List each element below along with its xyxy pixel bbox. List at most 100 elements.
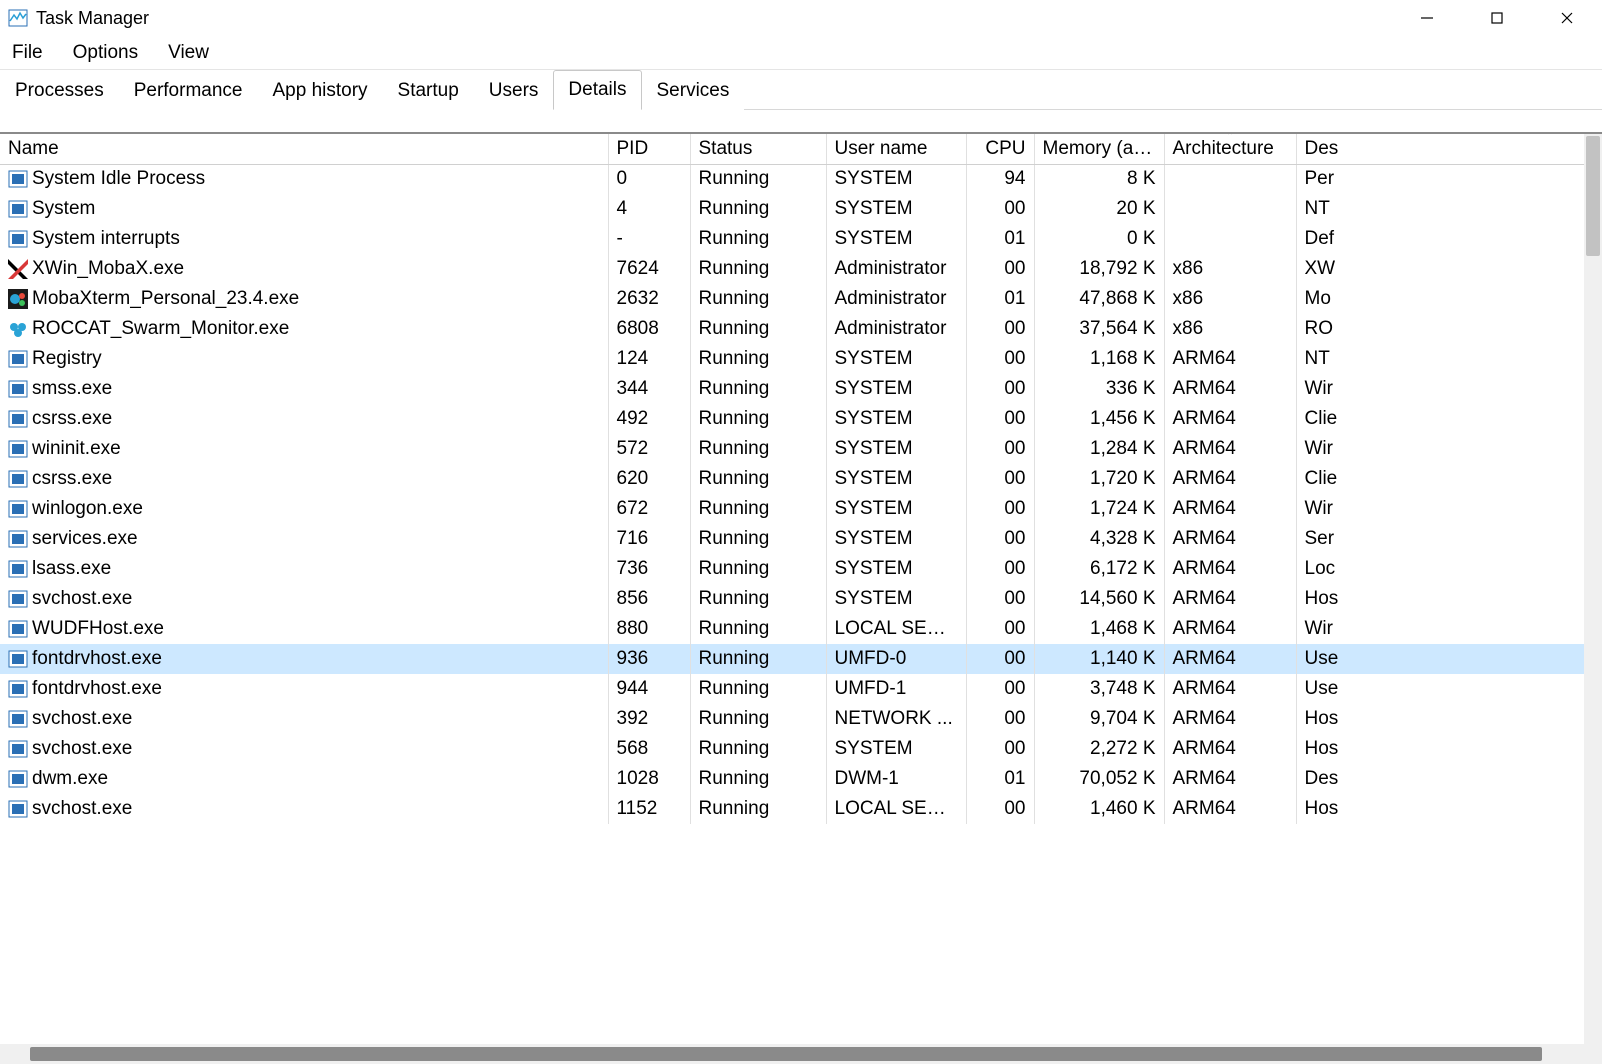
table-row[interactable]: System interrupts-RunningSYSTEM010 KDef: [0, 224, 1602, 254]
table-row[interactable]: lsass.exe736RunningSYSTEM006,172 KARM64L…: [0, 554, 1602, 584]
cell-name: ROCCAT_Swarm_Monitor.exe: [0, 314, 608, 344]
tab-app-history[interactable]: App history: [257, 70, 382, 110]
col-user[interactable]: User name: [826, 134, 966, 164]
cell-arch: ARM64: [1164, 794, 1296, 824]
cell-desc: Clie: [1296, 464, 1602, 494]
process-icon: [8, 199, 28, 219]
tab-details[interactable]: Details: [553, 70, 641, 110]
menu-view[interactable]: View: [164, 40, 213, 66]
cell-memory: 1,468 K: [1034, 614, 1164, 644]
col-pid[interactable]: PID: [608, 134, 690, 164]
col-architecture[interactable]: ⌃ Architecture: [1164, 134, 1296, 164]
details-panel: Name PID Status User name CPU Memory (ac…: [0, 132, 1602, 1064]
table-row[interactable]: wininit.exe572RunningSYSTEM001,284 KARM6…: [0, 434, 1602, 464]
cell-user: UMFD-1: [826, 674, 966, 704]
table-row[interactable]: csrss.exe492RunningSYSTEM001,456 KARM64C…: [0, 404, 1602, 434]
table-row[interactable]: ROCCAT_Swarm_Monitor.exe6808RunningAdmin…: [0, 314, 1602, 344]
titlebar: Task Manager: [0, 0, 1602, 36]
minimize-button[interactable]: [1392, 0, 1462, 36]
maximize-button[interactable]: [1462, 0, 1532, 36]
cell-status: Running: [690, 164, 826, 194]
process-icon: [8, 409, 28, 429]
table-row[interactable]: smss.exe344RunningSYSTEM00336 KARM64Wir: [0, 374, 1602, 404]
table-row[interactable]: System Idle Process0RunningSYSTEM948 KPe…: [0, 164, 1602, 194]
table-row[interactable]: XWin_MobaX.exe7624RunningAdministrator00…: [0, 254, 1602, 284]
cell-arch: ARM64: [1164, 404, 1296, 434]
process-name: WUDFHost.exe: [32, 618, 164, 640]
cell-arch: ARM64: [1164, 734, 1296, 764]
table-row[interactable]: WUDFHost.exe880RunningLOCAL SERV...001,4…: [0, 614, 1602, 644]
cell-pid: 936: [608, 644, 690, 674]
table-row[interactable]: winlogon.exe672RunningSYSTEM001,724 KARM…: [0, 494, 1602, 524]
cell-status: Running: [690, 224, 826, 254]
close-button[interactable]: [1532, 0, 1602, 36]
table-row[interactable]: svchost.exe1152RunningLOCAL SERV...001,4…: [0, 794, 1602, 824]
col-status[interactable]: Status: [690, 134, 826, 164]
table-row[interactable]: fontdrvhost.exe936RunningUMFD-0001,140 K…: [0, 644, 1602, 674]
tab-startup[interactable]: Startup: [383, 70, 474, 110]
table-row[interactable]: Registry124RunningSYSTEM001,168 KARM64NT: [0, 344, 1602, 374]
cell-arch: ARM64: [1164, 524, 1296, 554]
cell-status: Running: [690, 284, 826, 314]
table-row[interactable]: MobaXterm_Personal_23.4.exe2632RunningAd…: [0, 284, 1602, 314]
cell-arch: x86: [1164, 284, 1296, 314]
cell-cpu: 00: [966, 344, 1034, 374]
table-row[interactable]: svchost.exe392RunningNETWORK ...009,704 …: [0, 704, 1602, 734]
tab-processes[interactable]: Processes: [0, 70, 119, 110]
cell-cpu: 00: [966, 704, 1034, 734]
process-name: csrss.exe: [32, 468, 112, 490]
table-row[interactable]: fontdrvhost.exe944RunningUMFD-1003,748 K…: [0, 674, 1602, 704]
table-row[interactable]: svchost.exe568RunningSYSTEM002,272 KARM6…: [0, 734, 1602, 764]
process-name: ROCCAT_Swarm_Monitor.exe: [32, 318, 289, 340]
process-icon: [8, 769, 28, 789]
tab-performance[interactable]: Performance: [119, 70, 258, 110]
table-row[interactable]: System4RunningSYSTEM0020 KNT: [0, 194, 1602, 224]
menu-file[interactable]: File: [8, 40, 47, 66]
col-memory[interactable]: Memory (ac...: [1034, 134, 1164, 164]
cell-pid: 344: [608, 374, 690, 404]
cell-desc: Hos: [1296, 734, 1602, 764]
cell-arch: ARM64: [1164, 494, 1296, 524]
cell-status: Running: [690, 314, 826, 344]
cell-desc: Hos: [1296, 704, 1602, 734]
col-name[interactable]: Name: [0, 134, 608, 164]
cell-cpu: 00: [966, 734, 1034, 764]
process-name: MobaXterm_Personal_23.4.exe: [32, 288, 299, 310]
vertical-scroll-thumb[interactable]: [1586, 136, 1600, 256]
process-icon: [8, 499, 28, 519]
cell-arch: ARM64: [1164, 584, 1296, 614]
cell-memory: 3,748 K: [1034, 674, 1164, 704]
tab-services[interactable]: Services: [642, 70, 745, 110]
vertical-scrollbar[interactable]: [1584, 134, 1602, 1044]
cell-arch: [1164, 224, 1296, 254]
horizontal-scroll-thumb[interactable]: [30, 1047, 1542, 1061]
menu-options[interactable]: Options: [69, 40, 142, 66]
cell-desc: Clie: [1296, 404, 1602, 434]
cell-pid: 944: [608, 674, 690, 704]
tab-users[interactable]: Users: [474, 70, 554, 110]
cell-user: Administrator: [826, 284, 966, 314]
cell-cpu: 01: [966, 284, 1034, 314]
cell-memory: 4,328 K: [1034, 524, 1164, 554]
cell-arch: x86: [1164, 314, 1296, 344]
process-name: svchost.exe: [32, 798, 132, 820]
table-row[interactable]: svchost.exe856RunningSYSTEM0014,560 KARM…: [0, 584, 1602, 614]
process-name: lsass.exe: [32, 558, 111, 580]
col-cpu[interactable]: CPU: [966, 134, 1034, 164]
cell-status: Running: [690, 674, 826, 704]
cell-cpu: 00: [966, 614, 1034, 644]
horizontal-scrollbar[interactable]: [0, 1044, 1602, 1064]
process-icon: [8, 349, 28, 369]
cell-desc: Wir: [1296, 614, 1602, 644]
cell-arch: ARM64: [1164, 374, 1296, 404]
cell-name: smss.exe: [0, 374, 608, 404]
table-row[interactable]: dwm.exe1028RunningDWM-10170,052 KARM64De…: [0, 764, 1602, 794]
col-description[interactable]: Des: [1296, 134, 1602, 164]
cell-memory: 1,724 K: [1034, 494, 1164, 524]
table-row[interactable]: services.exe716RunningSYSTEM004,328 KARM…: [0, 524, 1602, 554]
process-name: svchost.exe: [32, 588, 132, 610]
cell-status: Running: [690, 494, 826, 524]
process-name: System: [32, 198, 95, 220]
table-row[interactable]: csrss.exe620RunningSYSTEM001,720 KARM64C…: [0, 464, 1602, 494]
cell-status: Running: [690, 584, 826, 614]
